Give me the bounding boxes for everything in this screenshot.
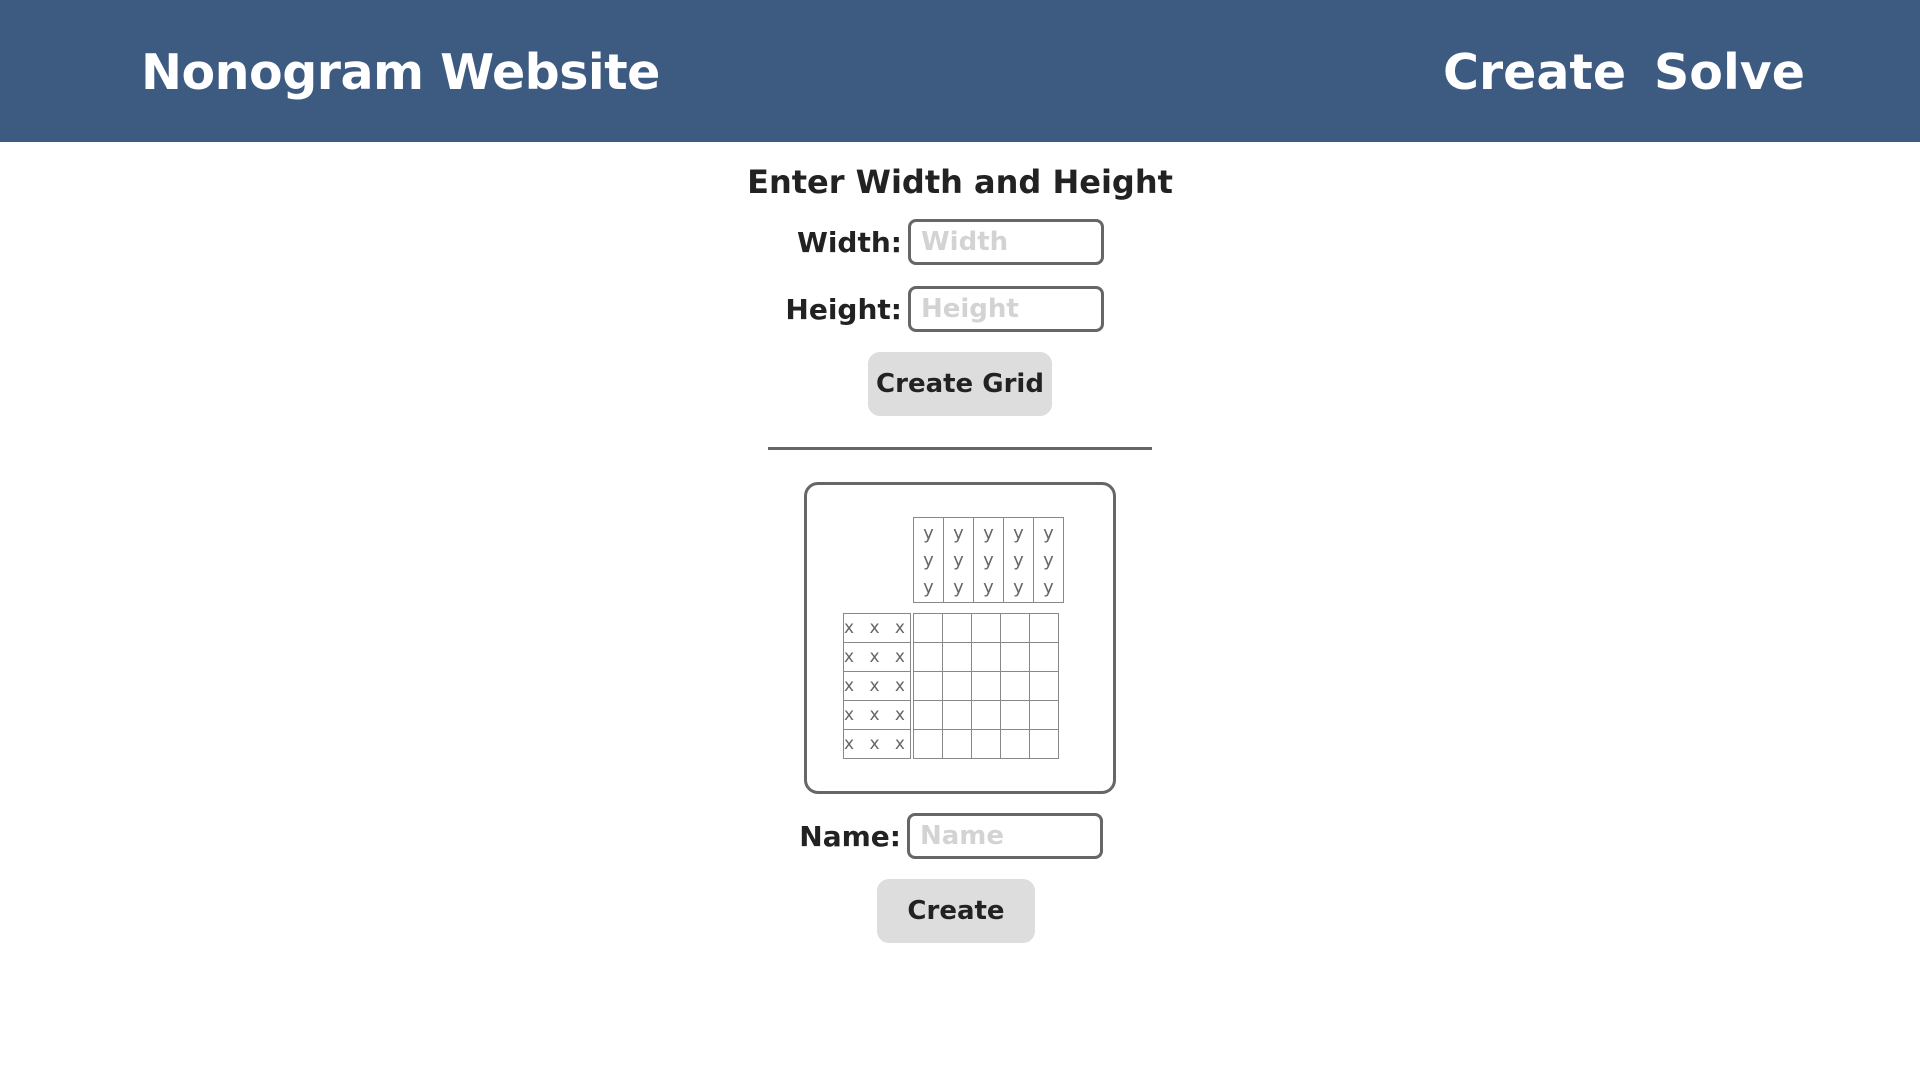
- name-input[interactable]: [907, 813, 1103, 859]
- grid-cell[interactable]: [942, 729, 972, 759]
- grid-cell[interactable]: [913, 613, 943, 643]
- nav-link-solve[interactable]: Solve: [1654, 40, 1805, 106]
- grid-cell[interactable]: [1000, 729, 1030, 759]
- row-clue-cell: x x x: [843, 671, 911, 701]
- grid-cell[interactable]: [942, 671, 972, 701]
- column-clue-cell: y y y: [913, 517, 944, 603]
- section-divider: [768, 447, 1152, 450]
- grid-cells: [913, 613, 1059, 759]
- grid-cell[interactable]: [913, 729, 943, 759]
- row-clue-cell: x x x: [843, 729, 911, 759]
- grid-cell[interactable]: [1000, 700, 1030, 730]
- grid-cell[interactable]: [1029, 671, 1059, 701]
- create-button[interactable]: Create: [877, 879, 1035, 943]
- column-clue-cell: y y y: [943, 517, 974, 603]
- grid-cell[interactable]: [1000, 642, 1030, 672]
- navbar: Nonogram Website Create Solve: [0, 0, 1920, 142]
- grid-cell[interactable]: [971, 700, 1001, 730]
- row-clue-cell: x x x: [843, 613, 911, 643]
- width-label: Width:: [796, 226, 902, 259]
- column-clue-cell: y y y: [1003, 517, 1034, 603]
- name-label: Name:: [799, 820, 901, 853]
- grid-cell[interactable]: [942, 700, 972, 730]
- grid-cell[interactable]: [971, 613, 1001, 643]
- column-clue-cell: y y y: [1033, 517, 1064, 603]
- height-label: Height:: [785, 293, 902, 326]
- grid-cell[interactable]: [1000, 671, 1030, 701]
- grid-cell[interactable]: [1029, 729, 1059, 759]
- row-clue-cell: x x x: [843, 642, 911, 672]
- grid-cell[interactable]: [971, 671, 1001, 701]
- column-clues: y y yy y yy y yy y yy y y: [913, 517, 1064, 603]
- grid-cell[interactable]: [971, 729, 1001, 759]
- grid-cell[interactable]: [1029, 700, 1059, 730]
- grid-cell[interactable]: [971, 642, 1001, 672]
- site-title[interactable]: Nonogram Website: [141, 40, 660, 106]
- width-input[interactable]: [908, 219, 1104, 265]
- nav-link-create[interactable]: Create: [1443, 40, 1626, 106]
- grid-cell[interactable]: [913, 700, 943, 730]
- size-form-title: Enter Width and Height: [747, 163, 1173, 201]
- row-clues: x x xx x xx x xx x xx x x: [843, 613, 911, 759]
- column-clue-cell: y y y: [973, 517, 1004, 603]
- grid-cell[interactable]: [1000, 613, 1030, 643]
- grid-cell[interactable]: [1029, 613, 1059, 643]
- row-clue-cell: x x x: [843, 700, 911, 730]
- grid-cell[interactable]: [913, 671, 943, 701]
- grid-cell[interactable]: [942, 613, 972, 643]
- grid-cell[interactable]: [1029, 642, 1059, 672]
- height-input[interactable]: [908, 286, 1104, 332]
- grid-cell[interactable]: [913, 642, 943, 672]
- nonogram-grid-preview: y y yy y yy y yy y yy y y x x xx x xx x …: [804, 482, 1116, 794]
- main-content: Enter Width and Height Width: Height: Cr…: [0, 142, 1920, 1080]
- grid-cell[interactable]: [942, 642, 972, 672]
- create-grid-button[interactable]: Create Grid: [868, 352, 1052, 416]
